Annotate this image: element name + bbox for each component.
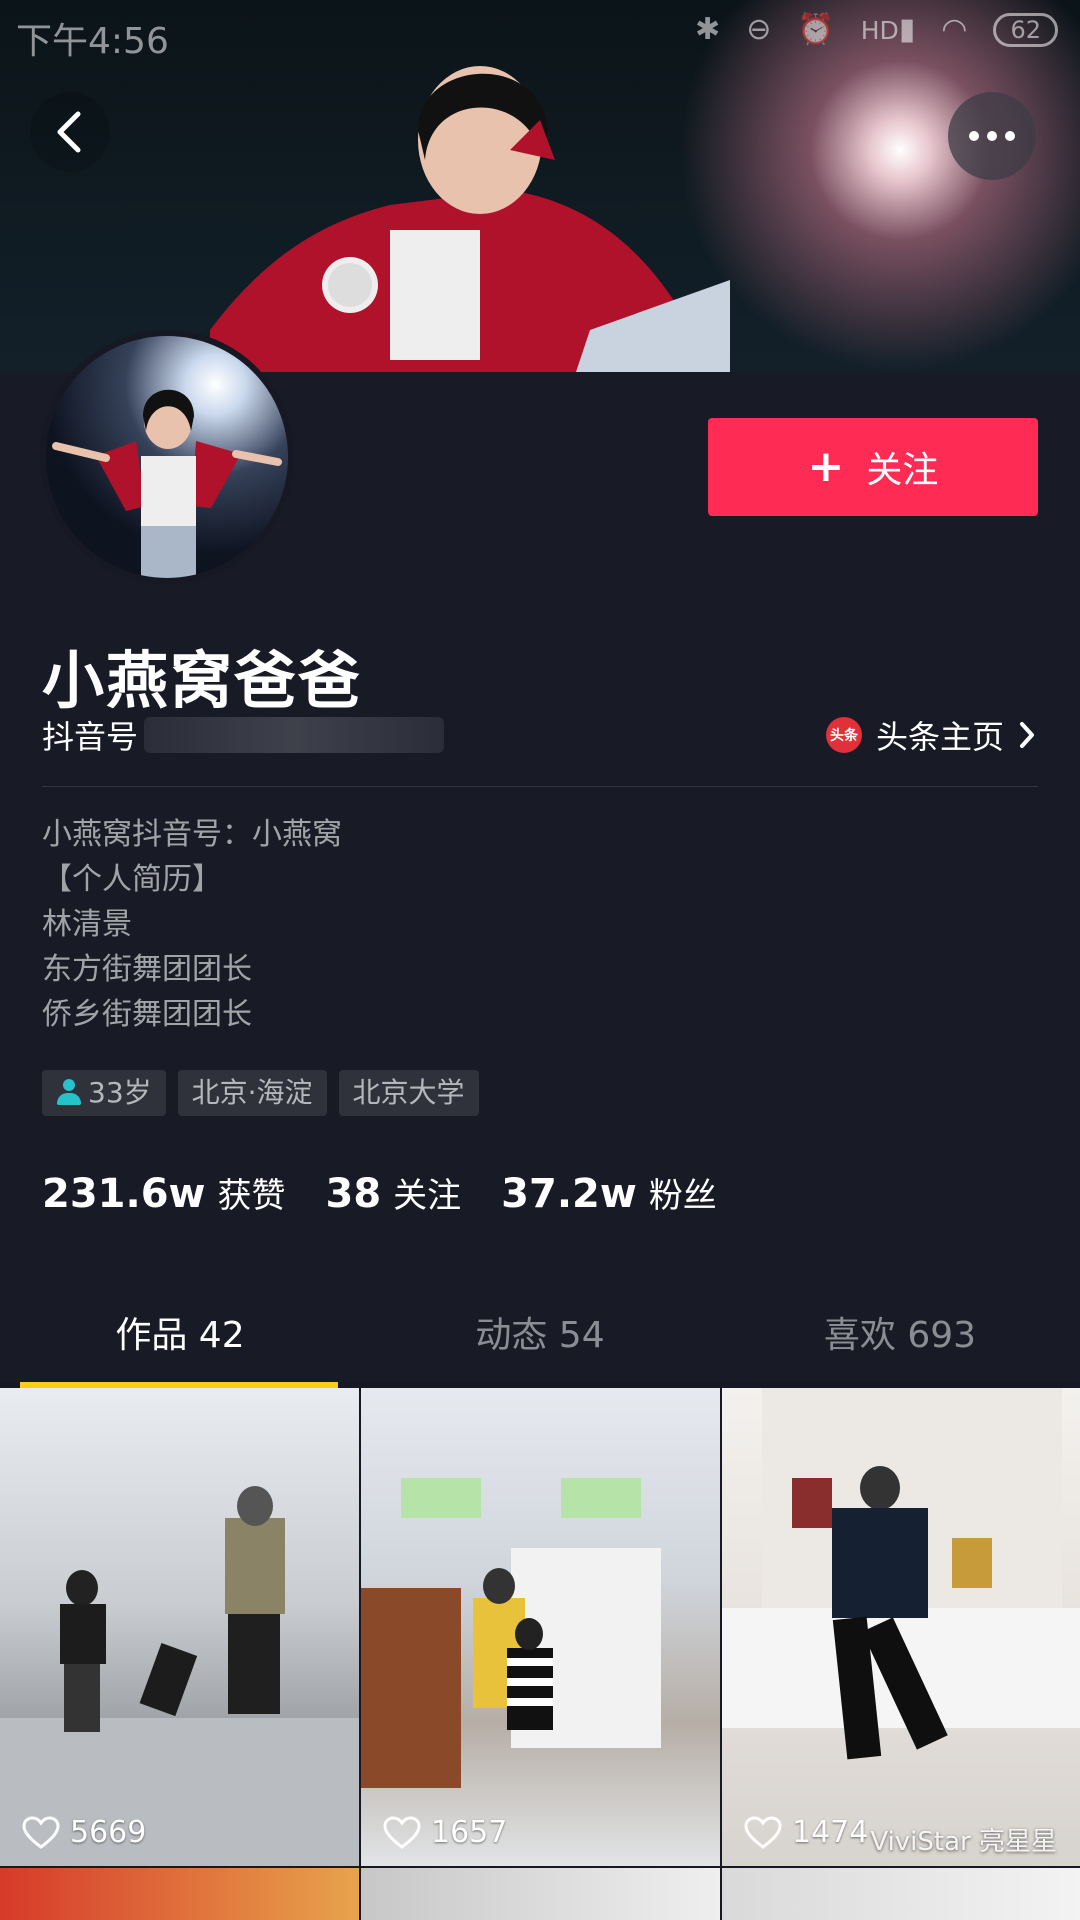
heart-icon bbox=[744, 1815, 782, 1849]
likes-stat[interactable]: 231.6w 获赞 bbox=[42, 1168, 285, 1217]
video-likes: 5669 bbox=[22, 1815, 146, 1850]
video-tile[interactable]: 1474 ViviStar 亮星星 bbox=[722, 1388, 1080, 1866]
age-tag-label: 33岁 bbox=[88, 1076, 152, 1109]
alarm-icon: ⏰ bbox=[797, 12, 835, 47]
following-count: 38 bbox=[325, 1171, 382, 1217]
likes-count: 231.6w bbox=[42, 1171, 206, 1217]
toutiao-logo-icon: 头条 bbox=[825, 717, 862, 753]
ellipsis-icon bbox=[969, 131, 979, 141]
douyin-id-label: 抖音号 bbox=[42, 718, 139, 756]
cover-photo bbox=[210, 66, 730, 372]
chevron-right-icon bbox=[1020, 722, 1034, 748]
status-bar: 下午4:56 ✱ ⊖ ⏰ HD▮ ◠ 62 bbox=[0, 0, 1080, 64]
heart-icon bbox=[383, 1815, 421, 1849]
follow-button[interactable]: + 关注 bbox=[708, 418, 1038, 516]
status-time: 下午4:56 bbox=[16, 21, 169, 62]
video-watermark: ViviStar 亮星星 bbox=[870, 1827, 1057, 1857]
video-thumbnail bbox=[722, 1388, 1080, 1760]
video-tile-partial[interactable] bbox=[0, 1868, 359, 1920]
ellipsis-dot bbox=[987, 131, 997, 141]
profile-tabs: 作品 42 动态 54 喜欢 693 bbox=[0, 1290, 1080, 1388]
profile-bio: 小燕窝抖音号：小燕窝 【个人简历】 林清景 东方街舞团团长 侨乡街舞团团长 bbox=[42, 812, 342, 1037]
video-likes: 1657 bbox=[383, 1815, 507, 1850]
follow-label: 关注 bbox=[866, 450, 939, 491]
followers-count: 37.2w bbox=[501, 1171, 637, 1217]
chevron-left-icon bbox=[57, 111, 81, 153]
back-button[interactable] bbox=[30, 92, 110, 172]
video-likes: 1474 bbox=[744, 1815, 868, 1850]
likes-label: 获赞 bbox=[217, 1176, 286, 1216]
toutiao-homepage-link[interactable]: 头条 头条主页 bbox=[825, 712, 1036, 758]
bio-line: 小燕窝抖音号：小燕窝 bbox=[42, 817, 342, 852]
profile-tags: 33岁 北京·海淀 北京大学 bbox=[42, 1070, 479, 1116]
video-tile[interactable]: 5669 bbox=[0, 1388, 359, 1866]
video-thumbnail bbox=[0, 1486, 359, 1866]
person-icon bbox=[56, 1079, 82, 1107]
ellipsis-dot bbox=[1005, 131, 1015, 141]
likes-count: 1657 bbox=[431, 1815, 508, 1850]
tab-works[interactable]: 作品 42 bbox=[0, 1290, 360, 1388]
video-tile-partial[interactable] bbox=[361, 1868, 720, 1920]
battery-indicator: 62 bbox=[993, 12, 1058, 47]
plus-icon: + bbox=[807, 441, 845, 492]
following-label: 关注 bbox=[393, 1176, 462, 1216]
wifi-icon: ◠ bbox=[941, 12, 968, 47]
video-grid: 5669 1657 1474 ViviStar 亮星星 bbox=[0, 1388, 1080, 1920]
location-tag: 北京·海淀 bbox=[177, 1070, 327, 1116]
tab-moments[interactable]: 动态 54 bbox=[360, 1290, 720, 1388]
douyin-id: 抖音号 bbox=[42, 712, 445, 758]
video-tile-partial[interactable] bbox=[722, 1868, 1080, 1920]
school-tag: 北京大学 bbox=[338, 1070, 479, 1116]
toutiao-link-label: 头条主页 bbox=[875, 718, 1004, 756]
followers-label: 粉丝 bbox=[648, 1176, 717, 1216]
tab-likes[interactable]: 喜欢 693 bbox=[720, 1290, 1080, 1388]
bio-line: 【个人简历】 bbox=[42, 862, 222, 897]
following-stat[interactable]: 38 关注 bbox=[325, 1168, 461, 1217]
likes-count: 1474 bbox=[792, 1815, 869, 1850]
avatar[interactable] bbox=[40, 330, 294, 584]
likes-count: 5669 bbox=[70, 1815, 147, 1850]
toggle-icon: ⊖ bbox=[746, 12, 772, 47]
bio-line: 侨乡街舞团团长 bbox=[42, 997, 252, 1032]
video-thumbnail bbox=[361, 1478, 661, 1788]
status-icons: ✱ ⊖ ⏰ HD▮ ◠ 62 bbox=[695, 12, 1058, 47]
bio-line: 林清景 bbox=[42, 907, 132, 942]
douyin-id-redacted bbox=[144, 717, 445, 753]
signal-icon: HD▮ bbox=[860, 12, 916, 47]
bluetooth-icon: ✱ bbox=[695, 12, 721, 47]
profile-name: 小燕窝爸爸 bbox=[42, 644, 363, 717]
age-tag: 33岁 bbox=[42, 1070, 166, 1116]
heart-icon bbox=[22, 1815, 60, 1849]
profile-stats: 231.6w 获赞 38 关注 37.2w 粉丝 bbox=[42, 1168, 717, 1217]
followers-stat[interactable]: 37.2w 粉丝 bbox=[501, 1168, 717, 1217]
video-tile[interactable]: 1657 bbox=[361, 1388, 720, 1866]
bio-line: 东方街舞团团长 bbox=[42, 952, 252, 987]
more-button[interactable] bbox=[948, 92, 1036, 180]
avatar-photo bbox=[52, 389, 282, 578]
divider bbox=[42, 786, 1038, 787]
